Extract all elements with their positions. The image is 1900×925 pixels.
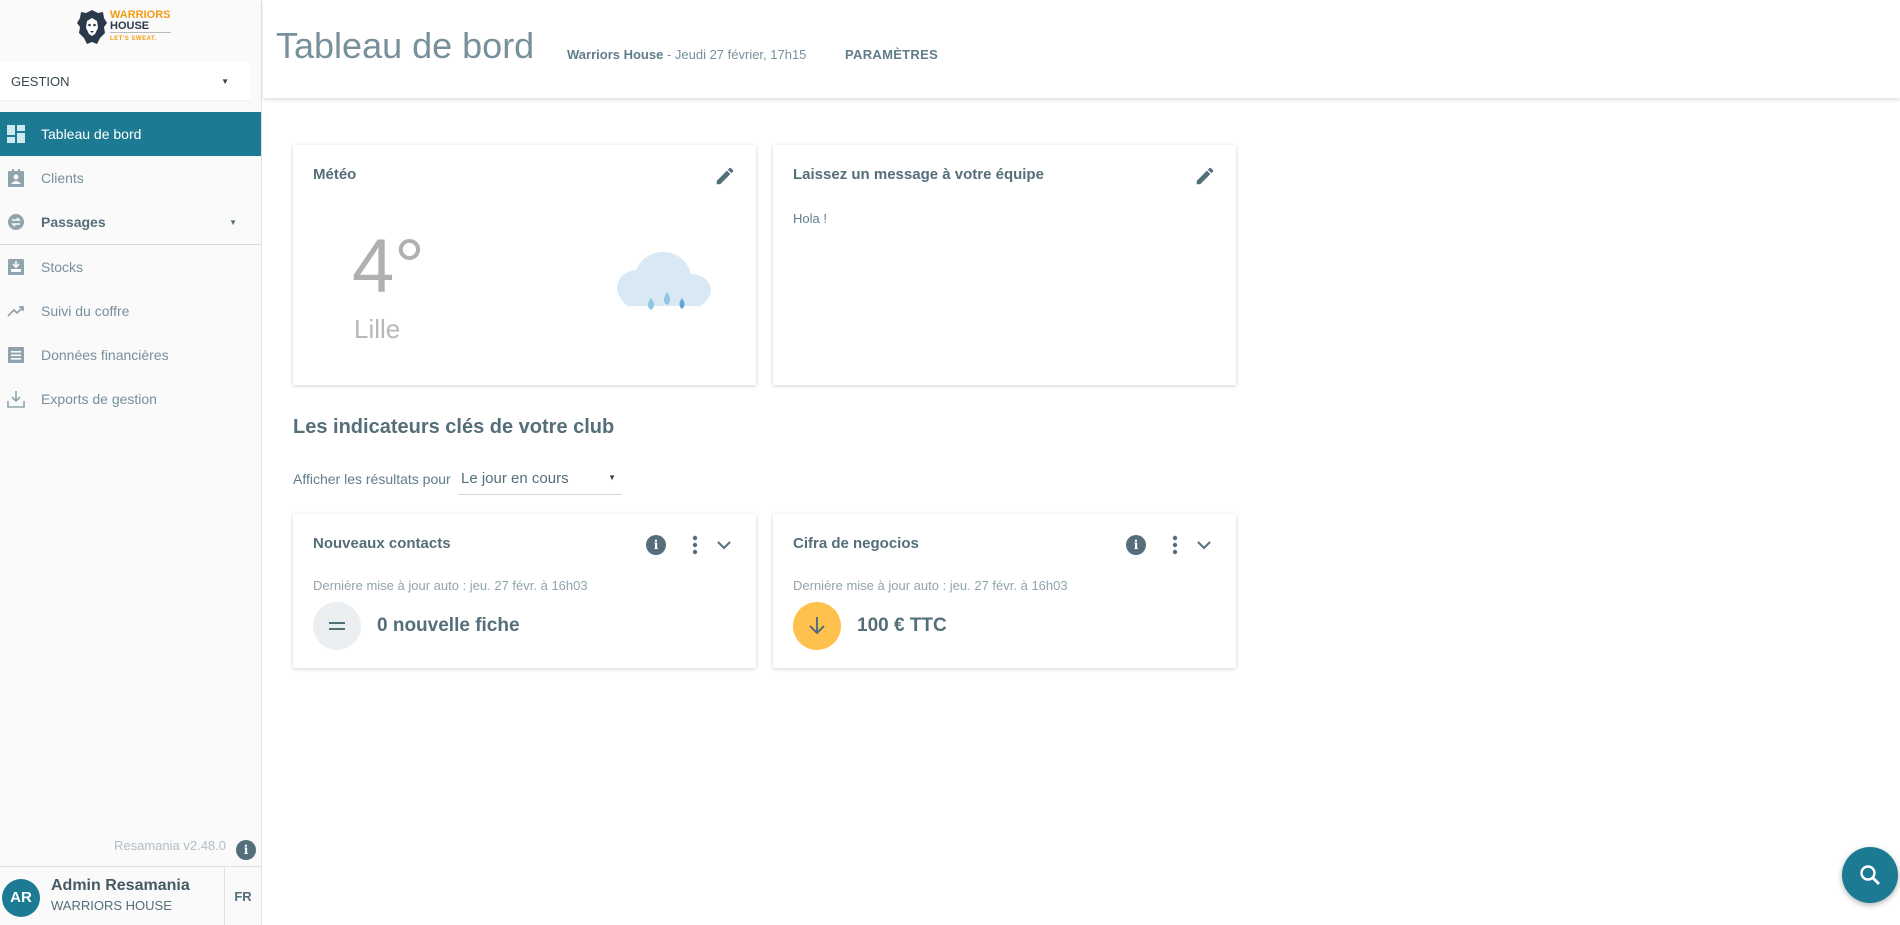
- inventory-icon: [8, 259, 24, 275]
- sidebar: WARRIORS HOUSE LET'S SWEAT. GESTION ▼ Ta…: [0, 0, 262, 925]
- sidebar-item-label: Clients: [41, 170, 84, 186]
- lion-logo-icon: [77, 10, 107, 44]
- contact-card-icon: [8, 169, 24, 187]
- trending-up-icon: [7, 306, 24, 317]
- rain-cloud-icon: [617, 252, 711, 310]
- city-name: Lille: [354, 314, 401, 344]
- edit-pencil-icon[interactable]: [714, 165, 736, 187]
- user-panel[interactable]: AR Admin Resamania WARRIORS HOUSE FR: [0, 866, 261, 925]
- section-selector[interactable]: GESTION ▼: [0, 62, 251, 100]
- sidebar-item-exports-de-gestion[interactable]: Exports de gestion: [0, 377, 261, 421]
- top-header: Tableau de bord Warriors House - Jeudi 2…: [263, 0, 1900, 98]
- kpi-last-update: Dernière mise à jour auto : jeu. 27 févr…: [313, 578, 588, 593]
- header-subtitle: Warriors House - Jeudi 27 février, 17h15: [567, 47, 806, 62]
- info-icon[interactable]: i: [646, 535, 666, 555]
- kpi-title: Nouveaux contacts: [313, 535, 451, 552]
- search-icon: [1860, 865, 1880, 885]
- caret-down-icon: ▼: [608, 473, 616, 482]
- logo-line-3: LET'S SWEAT.: [110, 31, 171, 45]
- sidebar-item-label: Suivi du coffre: [41, 303, 130, 319]
- kpi-value: 100 € TTC: [857, 615, 947, 636]
- avatar[interactable]: AR: [2, 879, 40, 917]
- user-club: WARRIORS HOUSE: [51, 898, 172, 913]
- info-icon[interactable]: i: [1126, 535, 1146, 555]
- kpi-value: 0 nouvelle fiche: [377, 615, 520, 636]
- message-text: Hola !: [793, 211, 827, 226]
- logo-line-1: WARRIORS: [110, 8, 171, 21]
- sidebar-item-suivi-du-coffre[interactable]: Suivi du coffre: [0, 289, 261, 333]
- sidebar-item-tableau-de-bord[interactable]: Tableau de bord: [0, 112, 261, 156]
- kpi-title: Cifra de negocios: [793, 535, 919, 552]
- sidebar-item-donnees-financieres[interactable]: Données financières: [0, 333, 261, 377]
- sidebar-nav: Tableau de bord Clients Passages ▼ Stock…: [0, 112, 261, 421]
- kpi-last-update: Dernière mise à jour auto : jeu. 27 févr…: [793, 578, 1068, 593]
- team-message-card: Laissez un message à votre équipe Hola !: [773, 145, 1236, 385]
- weather-title: Météo: [313, 166, 357, 183]
- info-icon[interactable]: i: [236, 840, 256, 860]
- caret-down-icon: ▼: [229, 217, 237, 227]
- sidebar-item-label: Passages: [41, 214, 106, 230]
- settings-link[interactable]: PARAMÈTRES: [845, 47, 938, 62]
- sidebar-item-label: Stocks: [41, 259, 84, 275]
- logo-line-2: HOUSE: [110, 19, 150, 32]
- list-icon: [8, 347, 24, 363]
- club-name: Warriors House: [567, 47, 664, 62]
- sidebar-item-stocks[interactable]: Stocks: [0, 245, 261, 289]
- swap-icon: [8, 214, 24, 230]
- temperature: 4°: [352, 224, 425, 309]
- filter-label: Afficher les résultats pour: [293, 471, 451, 487]
- sidebar-item-passages[interactable]: Passages ▼: [0, 200, 261, 244]
- weather-card: Météo 4° Lille: [293, 145, 756, 385]
- search-fab-button[interactable]: [1842, 847, 1898, 903]
- caret-down-icon: ▼: [221, 76, 229, 86]
- dashboard-icon: [7, 125, 25, 143]
- period-select-value: Le jour en cours: [461, 470, 569, 487]
- chevron-down-icon[interactable]: [717, 540, 731, 550]
- header-datetime: - Jeudi 27 février, 17h15: [663, 47, 807, 62]
- message-title: Laissez un message à votre équipe: [793, 166, 1044, 183]
- indicators-title: Les indicateurs clés de votre club: [293, 416, 615, 438]
- club-logo[interactable]: WARRIORS HOUSE LET'S SWEAT.: [76, 6, 176, 48]
- section-selector-label: GESTION: [11, 73, 70, 89]
- user-name: Admin Resamania: [51, 877, 190, 894]
- sidebar-item-label: Tableau de bord: [41, 126, 142, 142]
- more-vert-icon[interactable]: [1172, 535, 1178, 555]
- kpi-card-revenue: Cifra de negocios i Dernière mise à jour…: [773, 514, 1236, 668]
- edit-pencil-icon[interactable]: [1194, 165, 1216, 187]
- app-version: Resamania v2.48.0: [113, 838, 226, 853]
- kpi-card-new-contacts: Nouveaux contacts i Dernière mise à jour…: [293, 514, 756, 668]
- arrow-down-trend-icon: [793, 602, 841, 650]
- download-icon: [7, 391, 25, 408]
- chevron-down-icon[interactable]: [1197, 540, 1211, 550]
- more-vert-icon[interactable]: [692, 535, 698, 555]
- sidebar-item-label: Exports de gestion: [41, 391, 157, 407]
- equal-trend-icon: [313, 602, 361, 650]
- sidebar-item-label: Données financières: [41, 347, 169, 363]
- page-title: Tableau de bord: [276, 25, 535, 66]
- language-switch[interactable]: FR: [224, 868, 261, 925]
- period-select[interactable]: Le jour en cours ▼: [458, 465, 622, 495]
- sidebar-item-clients[interactable]: Clients: [0, 156, 261, 200]
